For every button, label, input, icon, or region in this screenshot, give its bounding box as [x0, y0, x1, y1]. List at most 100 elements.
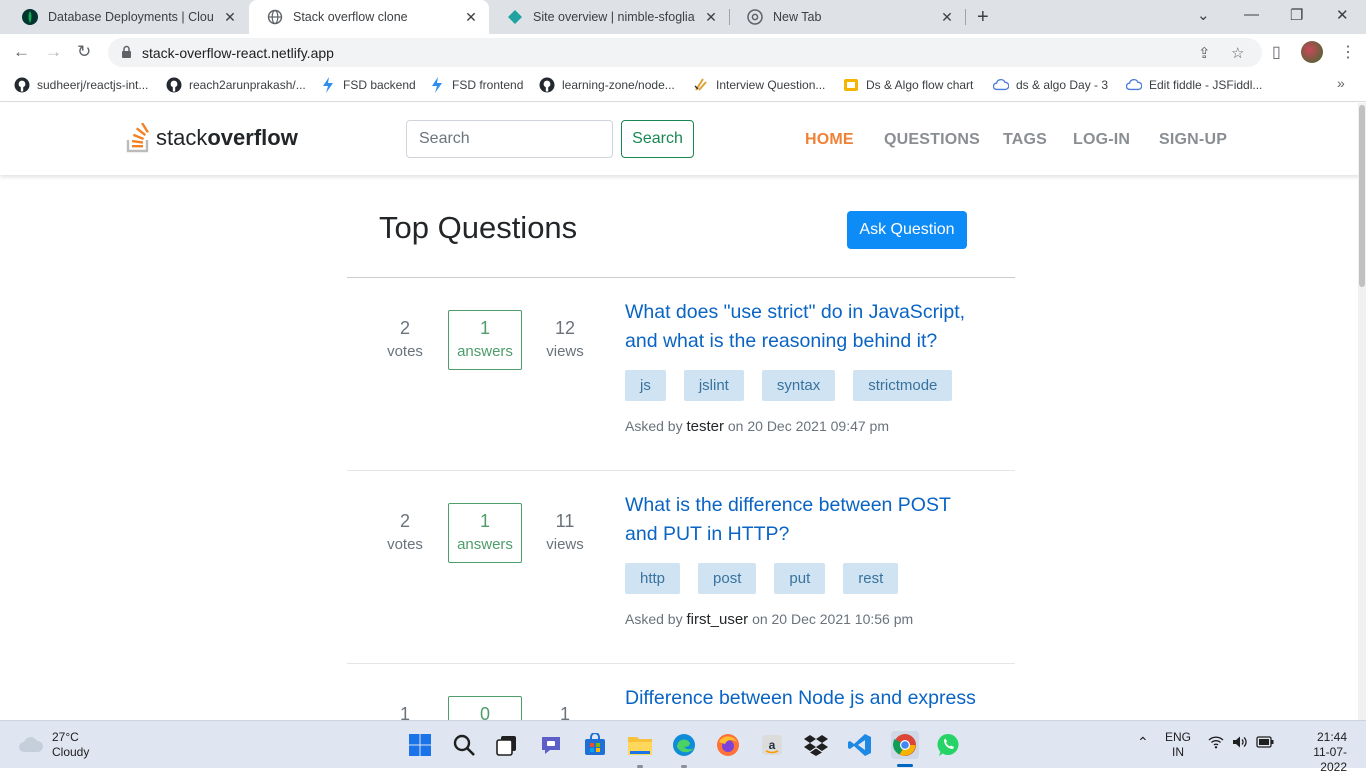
- window-close-icon[interactable]: ✕: [1336, 6, 1349, 24]
- chrome-taskbar-icon[interactable]: [891, 731, 919, 759]
- vscode-icon[interactable]: [847, 732, 873, 758]
- tab-stack-overflow-clone[interactable]: Stack overflow clone ✕: [249, 0, 489, 34]
- bookmark-item[interactable]: Edit fiddle - JSFiddl...: [1126, 77, 1262, 93]
- tag-chip[interactable]: put: [774, 563, 826, 594]
- search-icon[interactable]: [451, 732, 477, 758]
- vote-count-number: 2: [399, 511, 410, 531]
- language-indicator[interactable]: ENG IN: [1165, 730, 1191, 760]
- clock[interactable]: 21:44 11-07-2022: [1287, 730, 1347, 775]
- view-count-number: 12: [554, 318, 576, 338]
- lock-icon[interactable]: [121, 45, 132, 64]
- tab-new-tab[interactable]: New Tab ✕: [729, 0, 965, 34]
- nav-questions[interactable]: QUESTIONS: [884, 131, 980, 149]
- bookmark-item[interactable]: FSD backend: [320, 77, 416, 93]
- tag-chip[interactable]: js: [625, 370, 666, 401]
- close-icon[interactable]: ✕: [463, 9, 479, 26]
- share-icon[interactable]: ⇪: [1198, 44, 1211, 62]
- firefox-icon[interactable]: [715, 732, 741, 758]
- windows-start-icon[interactable]: [407, 732, 433, 758]
- file-explorer-icon[interactable]: [627, 732, 653, 758]
- site-logo[interactable]: stack overflow: [126, 123, 298, 153]
- answer-count-number: 0: [479, 704, 490, 720]
- vote-count: 2 votes: [375, 511, 435, 553]
- asked-by-prefix: Asked by: [625, 611, 683, 627]
- task-view-icon[interactable]: [494, 732, 520, 758]
- weather-widget[interactable]: 27°C Cloudy: [18, 730, 89, 760]
- profile-avatar[interactable]: [1301, 41, 1323, 63]
- tag-chip[interactable]: http: [625, 563, 681, 594]
- question-title-link[interactable]: What does "use strict" do in JavaScript,…: [625, 298, 985, 356]
- new-tab-plus-icon[interactable]: +: [977, 6, 989, 29]
- author-name[interactable]: tester: [686, 418, 724, 435]
- side-panel-icon[interactable]: ▯: [1272, 42, 1281, 62]
- globe-icon: [267, 9, 283, 25]
- tag-chip[interactable]: strictmode: [853, 370, 953, 401]
- address-bar[interactable]: stack-overflow-react.netlify.app ⇪ ☆: [108, 38, 1262, 67]
- bookmark-item[interactable]: reach2arunprakash/...: [166, 77, 306, 93]
- whatsapp-icon[interactable]: [935, 732, 961, 758]
- menu-dots-icon[interactable]: ⋮: [1340, 42, 1356, 62]
- bookmark-item[interactable]: sudheerj/reactjs-int...: [14, 77, 148, 93]
- edge-icon[interactable]: [671, 732, 697, 758]
- restore-icon[interactable]: ❐: [1290, 6, 1303, 24]
- tray-chevron-up-icon[interactable]: ⌃: [1137, 735, 1149, 750]
- wifi-icon[interactable]: [1208, 735, 1224, 753]
- dropbox-icon[interactable]: [803, 732, 829, 758]
- bookmark-item[interactable]: Interview Question...: [693, 77, 825, 93]
- bookmark-item[interactable]: ds & algo Day - 3: [993, 77, 1108, 93]
- amazon-icon[interactable]: a: [759, 732, 785, 758]
- close-icon[interactable]: ✕: [222, 9, 238, 26]
- asked-by-prefix: Asked by: [625, 418, 683, 434]
- tag-chip[interactable]: syntax: [761, 370, 836, 401]
- tab-search-chevron-icon[interactable]: ⌄: [1197, 6, 1210, 24]
- search-input[interactable]: [406, 120, 613, 158]
- bookmark-item[interactable]: Ds & Algo flow chart: [843, 77, 973, 93]
- page-scrollbar[interactable]: [1358, 103, 1366, 720]
- answer-count: 1 answers: [448, 503, 522, 563]
- back-arrow-icon[interactable]: ←: [13, 42, 30, 62]
- github-icon: [539, 77, 555, 93]
- ask-question-button[interactable]: Ask Question: [847, 211, 967, 249]
- clock-date: 11-07-2022: [1313, 745, 1347, 774]
- answer-count-number: 1: [479, 511, 490, 531]
- tab-database-deployments[interactable]: Database Deployments | Cloud: M ✕: [4, 0, 248, 34]
- tag-chip[interactable]: rest: [843, 563, 899, 594]
- forward-arrow-icon[interactable]: →: [45, 42, 62, 62]
- bookmark-label: reach2arunprakash/...: [189, 78, 306, 92]
- author-name[interactable]: first_user: [686, 611, 748, 628]
- volume-icon[interactable]: [1232, 735, 1248, 753]
- close-icon[interactable]: ✕: [939, 9, 955, 26]
- view-count-label: views: [546, 343, 584, 360]
- netlify-icon: [507, 9, 523, 25]
- bookmark-item[interactable]: FSD frontend: [429, 77, 523, 93]
- store-icon[interactable]: [582, 732, 608, 758]
- minimize-icon[interactable]: —: [1244, 6, 1259, 23]
- scrollbar-thumb[interactable]: [1359, 105, 1365, 287]
- language-code: ENG: [1165, 730, 1192, 744]
- logo-text-bold: overflow: [207, 125, 298, 150]
- site-header: stackoverflow Search HOME QUESTIONS TAGS…: [0, 103, 1366, 175]
- bookmark-label: learning-zone/node...: [562, 78, 675, 92]
- url-text[interactable]: stack-overflow-react.netlify.app: [142, 45, 334, 61]
- codepen-icon: [693, 77, 709, 93]
- bookmark-item[interactable]: learning-zone/node...: [539, 77, 675, 93]
- tag-chip[interactable]: post: [698, 563, 757, 594]
- search-button[interactable]: Search: [621, 120, 694, 158]
- reload-icon[interactable]: ↻: [77, 42, 91, 62]
- tag-chip[interactable]: jslint: [683, 370, 744, 401]
- nav-sign-up[interactable]: SIGN-UP: [1159, 131, 1227, 149]
- chat-icon[interactable]: [538, 732, 564, 758]
- mongodb-leaf-icon: [22, 9, 38, 25]
- bookmark-star-icon[interactable]: ☆: [1231, 44, 1244, 62]
- bookmarks-overflow-chevron-icon[interactable]: »: [1337, 75, 1345, 91]
- close-icon[interactable]: ✕: [703, 9, 719, 26]
- tab-site-overview[interactable]: Site overview | nimble-sfogliatell ✕: [489, 0, 729, 34]
- page-title: Top Questions: [379, 210, 578, 245]
- battery-icon[interactable]: [1256, 736, 1274, 752]
- question-title-link[interactable]: Difference between Node js and express: [625, 684, 985, 713]
- nav-tags[interactable]: TAGS: [1003, 131, 1047, 149]
- stackoverflow-logo-icon: [126, 123, 152, 153]
- question-title-link[interactable]: What is the difference between POST and …: [625, 491, 985, 549]
- nav-log-in[interactable]: LOG-IN: [1073, 131, 1130, 149]
- nav-home[interactable]: HOME: [805, 131, 854, 149]
